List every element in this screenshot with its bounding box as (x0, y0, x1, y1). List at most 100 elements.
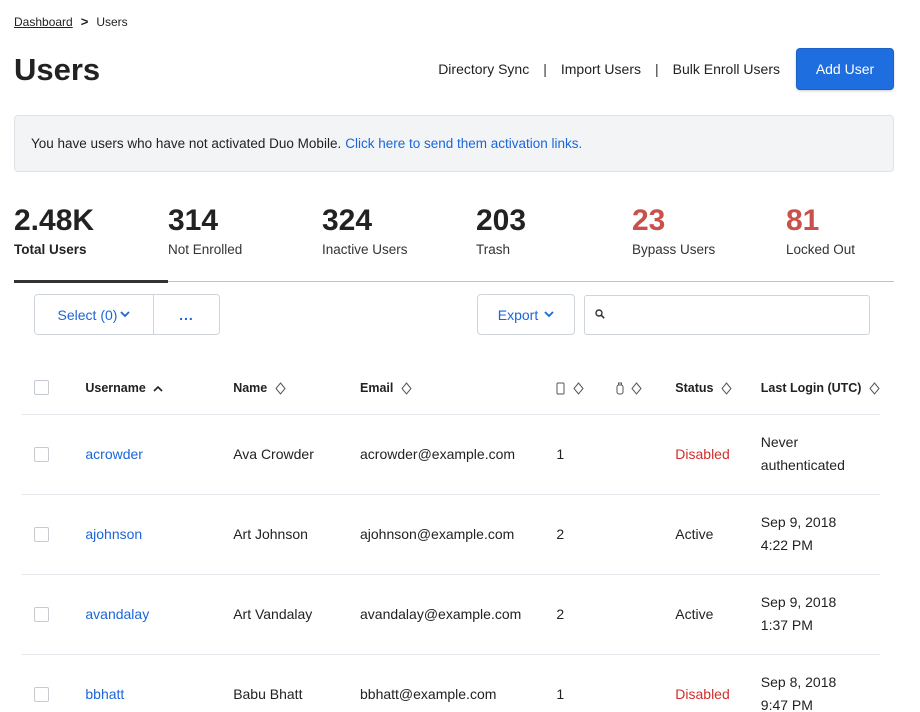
select-label: Select (0) (57, 306, 118, 323)
token-icon (616, 382, 624, 395)
sort-diamond-icon (869, 382, 880, 395)
column-header-phones[interactable] (556, 362, 616, 415)
table-row: bbhatt Babu Bhatt bbhatt@example.com 1 D… (22, 654, 880, 712)
status-badge: Active (675, 526, 714, 542)
column-header-tokens[interactable] (615, 362, 676, 415)
status-badge: Disabled (675, 446, 730, 462)
table-header-row: Username Name Email Status Last Login (U… (22, 362, 880, 415)
column-label: Last Login (UTC) (760, 380, 862, 395)
stat-tab-bypass-users[interactable]: 23 Bypass Users (632, 202, 715, 282)
username-link[interactable]: acrowder (85, 446, 143, 462)
add-user-button[interactable]: Add User (796, 48, 894, 90)
row-checkbox[interactable] (34, 607, 49, 623)
directory-sync-link[interactable]: Directory Sync (438, 61, 529, 77)
last-login-cell: Sep 8, 2018 9:47 PM (760, 654, 880, 712)
last-login-line1: Sep 8, 2018 (760, 674, 837, 690)
tokens-cell (615, 494, 676, 575)
last-login-line1: Sep 9, 2018 (760, 594, 837, 610)
stat-label: Trash (476, 242, 511, 257)
column-header-email[interactable]: Email (360, 362, 557, 415)
phones-cell: 2 (556, 574, 616, 655)
stat-tab-not-enrolled[interactable]: 314 Not Enrolled (168, 202, 242, 282)
stat-value: 324 (322, 204, 373, 237)
last-login-cell: Sep 9, 2018 4:22 PM (760, 494, 880, 575)
select-dropdown-button[interactable]: Select (0) (35, 295, 153, 334)
column-header-username[interactable]: Username (85, 362, 234, 415)
more-actions-button[interactable]: ... (153, 295, 219, 334)
divider: | (543, 61, 547, 77)
select-all-checkbox[interactable] (34, 380, 49, 396)
users-table: Username Name Email Status Last Login (U… (22, 362, 880, 712)
divider: | (654, 61, 659, 77)
row-checkbox[interactable] (34, 687, 49, 703)
name-cell: Art Johnson (233, 494, 360, 575)
name-cell: Babu Bhatt (233, 654, 360, 712)
sort-diamond-icon (721, 382, 732, 395)
stat-label: Not Enrolled (168, 242, 243, 257)
tokens-cell (615, 574, 676, 655)
email-cell: avandalay@example.com (360, 574, 557, 655)
breadcrumb: Dashboard > Users (14, 14, 128, 29)
email-cell: bbhatt@example.com (360, 654, 557, 712)
name-cell: Art Vandalay (233, 574, 360, 655)
header-actions: Directory Sync | Import Users | Bulk Enr… (438, 48, 894, 90)
column-header-last-login[interactable]: Last Login (UTC) (760, 362, 880, 415)
search-icon (595, 309, 605, 319)
stat-label: Total Users (14, 242, 87, 257)
page-title: Users (14, 52, 101, 87)
stat-label: Locked Out (786, 242, 856, 257)
stat-label: Bypass Users (632, 242, 716, 257)
stat-tab-locked-out[interactable]: 81 Locked Out (786, 202, 855, 282)
phones-cell: 1 (556, 414, 616, 495)
tokens-cell (615, 654, 676, 712)
column-label: Email (360, 380, 394, 395)
selection-button-group: Select (0) ... (34, 294, 220, 335)
search-input[interactable] (585, 296, 869, 334)
sort-diamond-icon (631, 382, 642, 395)
stat-value: 2.48K (14, 204, 95, 237)
stat-value: 314 (168, 204, 219, 237)
last-login-line1: Never (760, 434, 799, 450)
column-header-name[interactable]: Name (233, 362, 360, 415)
last-login-cell: Sep 9, 2018 1:37 PM (760, 574, 880, 655)
column-header-status[interactable]: Status (675, 362, 761, 415)
export-dropdown-button[interactable]: Export (477, 294, 575, 335)
table-row: avandalay Art Vandalay avandalay@example… (22, 574, 880, 655)
username-link[interactable]: ajohnson (85, 526, 142, 542)
username-link[interactable]: avandalay (85, 606, 149, 622)
stat-value: 81 (786, 204, 820, 237)
last-login-line2: 1:37 PM (760, 617, 813, 633)
sort-diamond-icon (573, 382, 584, 395)
name-cell: Ava Crowder (233, 414, 360, 495)
stat-label: Inactive Users (322, 242, 408, 257)
stat-tab-trash[interactable]: 203 Trash (476, 202, 526, 282)
sort-diamond-icon (275, 382, 286, 395)
table-row: acrowder Ava Crowder acrowder@example.co… (22, 414, 880, 495)
table-row: ajohnson Art Johnson ajohnson@example.co… (22, 494, 880, 575)
search-box (584, 295, 870, 335)
breadcrumb-dashboard-link[interactable]: Dashboard (14, 15, 73, 29)
breadcrumb-current: Users (96, 14, 128, 29)
column-label: Username (85, 380, 146, 395)
import-users-link[interactable]: Import Users (561, 61, 641, 77)
export-label: Export (497, 306, 539, 323)
tokens-cell (615, 414, 676, 495)
phones-cell: 1 (556, 654, 616, 712)
breadcrumb-separator: > (80, 14, 89, 29)
stat-tab-total-users[interactable]: 2.48K Total Users (14, 202, 169, 283)
send-activation-link[interactable]: Click here to send them activation links… (345, 136, 582, 151)
last-login-line2: 4:22 PM (760, 537, 813, 553)
stat-value: 23 (632, 204, 666, 237)
stat-value: 203 (476, 204, 527, 237)
bulk-enroll-users-link[interactable]: Bulk Enroll Users (673, 61, 780, 77)
username-link[interactable]: bbhatt (85, 686, 124, 702)
status-badge: Disabled (675, 686, 730, 702)
stat-tab-inactive-users[interactable]: 324 Inactive Users (322, 202, 408, 282)
status-badge: Active (675, 606, 714, 622)
row-checkbox[interactable] (34, 447, 49, 463)
last-login-line2: authenticated (760, 457, 845, 473)
row-checkbox[interactable] (34, 527, 49, 543)
last-login-line2: 9:47 PM (760, 697, 813, 712)
sort-diamond-icon (401, 382, 412, 395)
chevron-down-icon (544, 311, 554, 318)
